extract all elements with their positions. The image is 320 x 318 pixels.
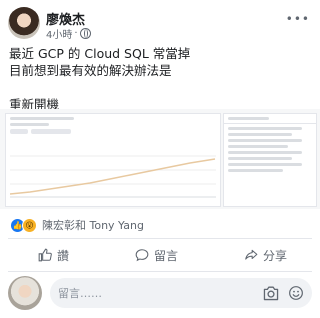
viewer-avatar[interactable] <box>8 276 42 310</box>
author-avatar[interactable] <box>8 7 40 39</box>
reaction-names[interactable]: 陳宏彰和 Tony Yang <box>42 217 144 233</box>
thumbs-up-icon <box>38 248 52 262</box>
comment-input[interactable]: 留言…… <box>50 278 312 308</box>
like-label: 讚 <box>57 248 70 263</box>
post-meta: 4小時 · <box>46 26 91 41</box>
separator: · <box>74 28 78 39</box>
divider <box>8 238 312 239</box>
like-button[interactable]: 讚 <box>38 244 69 266</box>
post-image[interactable] <box>0 109 320 209</box>
camera-icon[interactable] <box>262 285 280 301</box>
comment-icon <box>135 249 149 262</box>
emoji-icon[interactable] <box>288 285 304 301</box>
post-time[interactable]: 4小時 <box>46 26 72 41</box>
comment-placeholder: 留言…… <box>58 287 102 300</box>
chart-image-icon <box>10 155 216 198</box>
divider <box>8 271 312 272</box>
post-text: 最近 GCP 的 Cloud SQL 常當掉 目前想到最有效的解決辦法是 重新開… <box>9 46 191 112</box>
globe-icon <box>79 28 91 39</box>
more-icon[interactable]: ••• <box>286 12 310 26</box>
share-label: 分享 <box>263 248 288 263</box>
operations-panel <box>223 113 317 207</box>
wow-reaction-icon: 😮 <box>22 217 37 233</box>
comment-button[interactable]: 留言 <box>135 244 178 266</box>
reactions-summary[interactable]: 👍 😮 陳宏彰和 Tony Yang <box>10 217 144 233</box>
share-icon <box>245 249 258 260</box>
share-button[interactable]: 分享 <box>244 244 287 266</box>
comment-composer: 留言…… <box>8 276 312 310</box>
comment-label: 留言 <box>154 248 179 263</box>
chart-panel <box>5 113 221 207</box>
